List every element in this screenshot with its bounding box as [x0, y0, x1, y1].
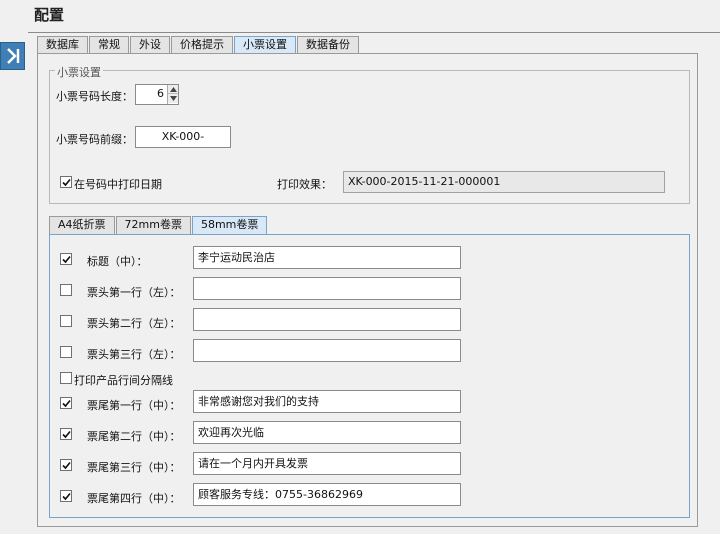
tab-a4-fold[interactable]: A4纸折票	[49, 216, 115, 234]
footer-line1-input[interactable]: 非常感谢您对我们的支持	[193, 390, 461, 413]
tab-price-hint[interactable]: 价格提示	[171, 36, 233, 53]
tab-data-backup[interactable]: 数据备份	[297, 36, 359, 53]
main-tab-bar: 数据库 常规 外设 价格提示 小票设置 数据备份	[37, 36, 360, 53]
header-line1-label: 票头第一行（左）：	[87, 286, 181, 299]
checkmark-icon	[61, 255, 71, 263]
receipt-length-label: 小票号码长度：	[56, 90, 133, 103]
footer-line3-input[interactable]: 请在一个月内开具发票	[193, 452, 461, 475]
header-line3-label: 票头第三行（左）：	[87, 348, 181, 361]
footer-line3-label: 票尾第三行（中）：	[87, 461, 181, 474]
sidebar-toggle-button[interactable]	[0, 42, 25, 70]
header-line2-checkbox[interactable]	[60, 315, 72, 327]
tab-peripherals[interactable]: 外设	[130, 36, 170, 53]
collapse-arrow-icon	[6, 48, 19, 64]
group-legend: 小票设置	[55, 64, 103, 80]
checkmark-icon	[61, 492, 71, 500]
spin-down-button[interactable]	[168, 94, 178, 103]
header-line1-checkbox[interactable]	[60, 284, 72, 296]
paper-size-tab-bar: A4纸折票 72mm卷票 58mm卷票	[49, 216, 268, 234]
title-row-label: 标题（中）：	[87, 255, 148, 268]
footer-line1-checkbox[interactable]	[60, 397, 72, 409]
footer-line3-checkbox[interactable]	[60, 459, 72, 471]
footer-line2-checkbox[interactable]	[60, 428, 72, 440]
title-divider	[28, 32, 720, 33]
footer-line4-checkbox[interactable]	[60, 490, 72, 502]
tab-72mm-roll[interactable]: 72mm卷票	[115, 216, 191, 234]
header-line3-input[interactable]	[193, 339, 461, 362]
header-line1-input[interactable]	[193, 277, 461, 300]
header-line3-checkbox[interactable]	[60, 346, 72, 358]
title-input[interactable]: 李宁运动民治店	[193, 246, 461, 269]
tab-58mm-roll[interactable]: 58mm卷票	[191, 216, 268, 234]
tab-database[interactable]: 数据库	[37, 36, 88, 53]
print-preview-label: 打印效果：	[277, 178, 332, 191]
receipt-prefix-label: 小票号码前缀：	[56, 133, 133, 146]
print-date-label: 在号码中打印日期	[74, 178, 162, 191]
checkmark-icon	[61, 399, 71, 407]
page-title: 配置	[34, 6, 65, 24]
tab-receipt-settings[interactable]: 小票设置	[234, 36, 296, 53]
tab-general[interactable]: 常规	[89, 36, 129, 53]
print-date-checkbox[interactable]	[60, 176, 72, 188]
title-checkbox[interactable]	[60, 253, 72, 265]
footer-line2-input[interactable]: 欢迎再次光临	[193, 421, 461, 444]
footer-line2-label: 票尾第二行（中）：	[87, 430, 181, 443]
spin-up-button[interactable]	[168, 85, 178, 94]
chevron-down-icon	[169, 96, 177, 101]
separator-checkbox[interactable]	[60, 372, 72, 384]
footer-line1-label: 票尾第一行（中）：	[87, 399, 181, 412]
checkmark-icon	[61, 461, 71, 469]
receipt-length-value: 6	[157, 87, 164, 100]
header-line2-label: 票头第二行（左）：	[87, 317, 181, 330]
chevron-up-icon	[169, 86, 177, 92]
footer-line4-label: 票尾第四行（中）：	[87, 492, 181, 505]
footer-line4-input[interactable]: 顾客服务专线：0755-36862969	[193, 483, 461, 506]
checkmark-icon	[61, 178, 71, 186]
print-preview-field: XK-000-2015-11-21-000001	[343, 171, 665, 193]
header-line2-input[interactable]	[193, 308, 461, 331]
checkmark-icon	[61, 430, 71, 438]
separator-label: 打印产品行间分隔线	[74, 374, 173, 387]
receipt-prefix-input[interactable]: XK-000-	[135, 126, 231, 148]
receipt-length-stepper[interactable]: 6	[135, 84, 179, 105]
